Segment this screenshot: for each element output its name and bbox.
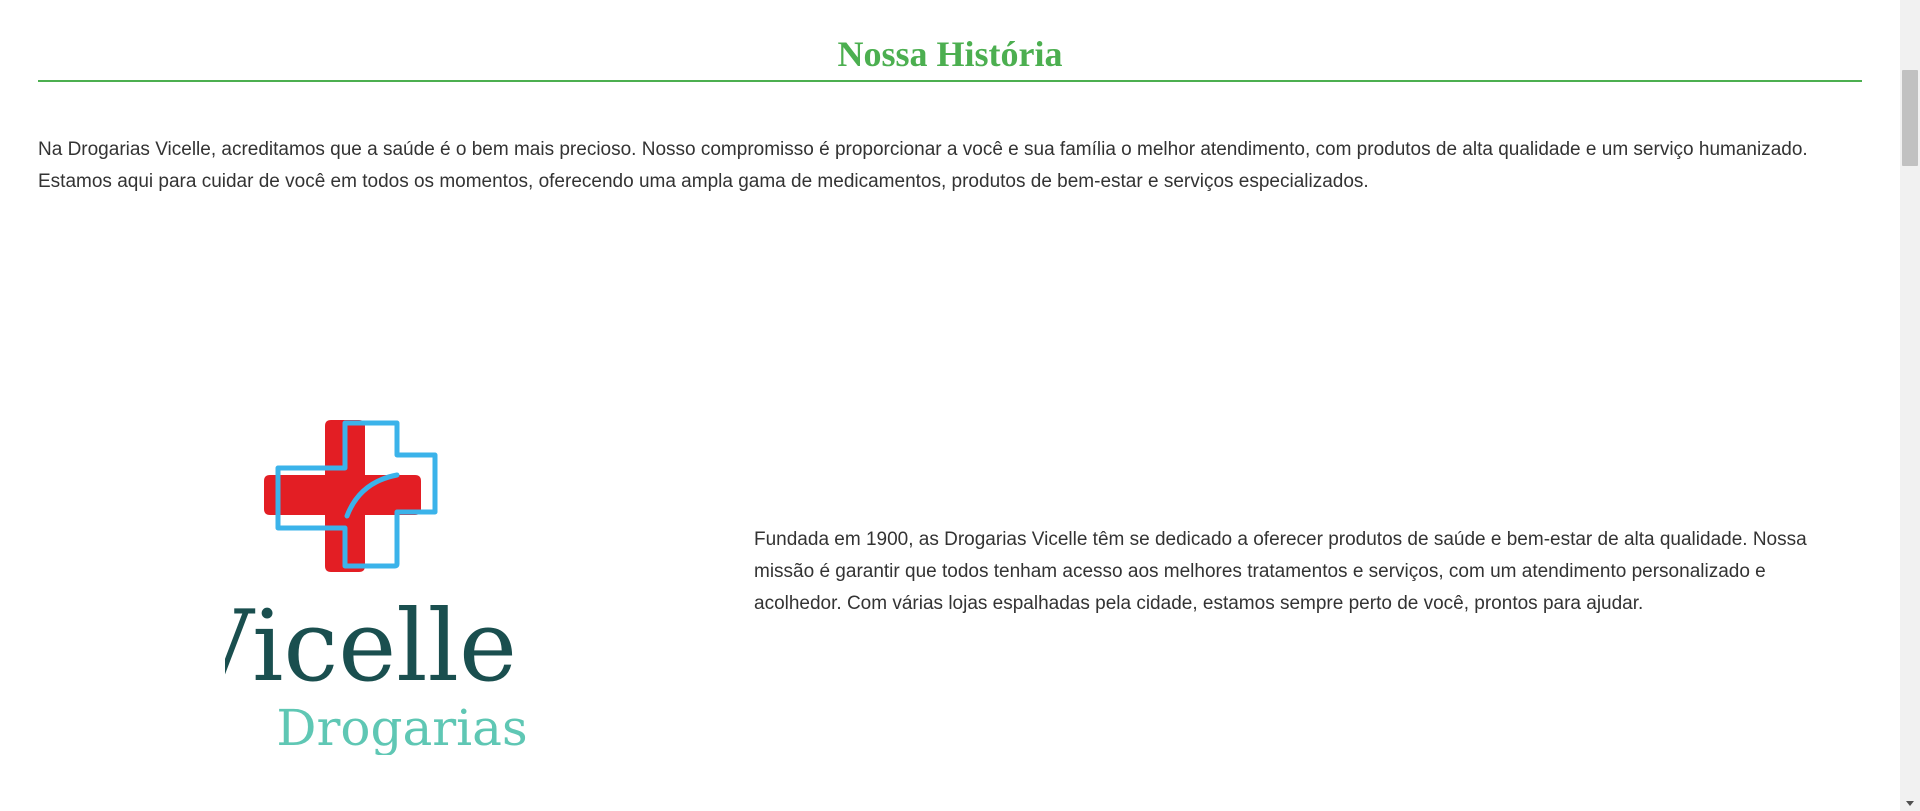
logo-tagline: Drogarias [276, 699, 527, 755]
intro-paragraph: Na Drogarias Vicelle, acreditamos que a … [38, 139, 1808, 192]
logo-name: Vicelle [225, 590, 517, 704]
title-divider [38, 80, 1862, 82]
vicelle-logo: Vicelle Drogarias [182, 420, 575, 757]
scrollbar-thumb[interactable] [1902, 70, 1918, 166]
history-section: Nossa História Na Drogarias Vicelle, acr… [38, 0, 1862, 192]
story-paragraph: Fundada em 1900, as Drogarias Vicelle tê… [754, 529, 1807, 614]
section-title: Nossa História [837, 34, 1063, 74]
scroll-down-arrow-icon[interactable] [1906, 801, 1914, 806]
page: Nossa História Na Drogarias Vicelle, acr… [0, 0, 1920, 811]
vertical-scrollbar[interactable] [1900, 0, 1920, 811]
